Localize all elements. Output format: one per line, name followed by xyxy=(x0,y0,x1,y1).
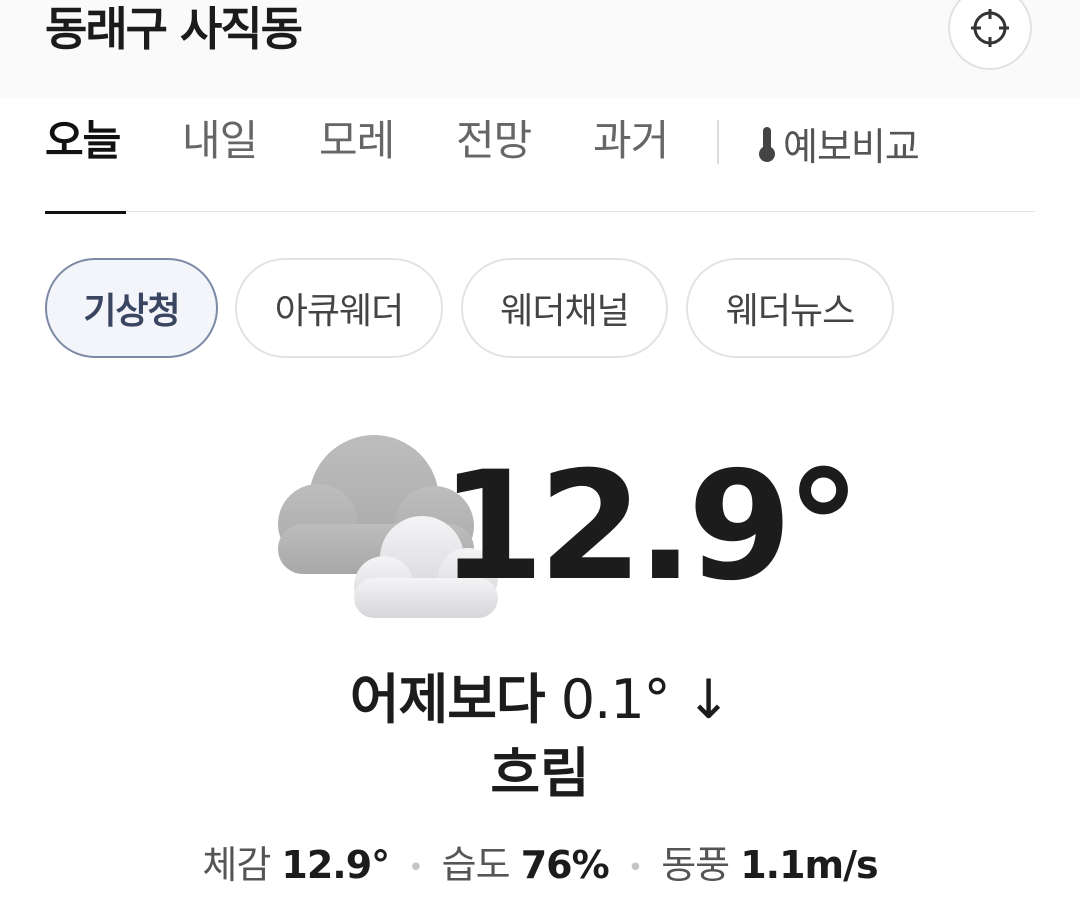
day-tabs: 오늘 내일 모레 전망 과거 예보비교 xyxy=(0,98,1080,214)
yesterday-comparison: 어제보다 0.1° ↓ xyxy=(0,668,1080,732)
wind-label: 동풍 xyxy=(661,843,730,887)
source-chips: 기상청 아큐웨더 웨더채널 웨더뉴스 xyxy=(0,258,1080,358)
wind-value: 1.1m/s xyxy=(740,843,878,887)
feels-like-label: 체감 xyxy=(202,843,271,887)
feels-like-value: 12.9° xyxy=(281,843,390,887)
forecast-compare-button[interactable]: 예보비교 xyxy=(757,116,920,171)
chip-weathernews[interactable]: 웨더뉴스 xyxy=(686,258,894,358)
thermometer-icon xyxy=(759,126,775,162)
weather-condition: 흐림 xyxy=(490,742,590,805)
yesterday-label: 어제보다 xyxy=(349,668,546,731)
weather-details: 체감 12.9° • 습도 76% • 동풍 1.1m/s xyxy=(0,838,1080,895)
tab-past[interactable]: 과거 xyxy=(593,114,669,168)
tab-day-after[interactable]: 모레 xyxy=(319,114,395,168)
yesterday-diff: 0.1° xyxy=(560,668,671,731)
humidity-value: 76% xyxy=(520,843,610,887)
humidity-label: 습도 xyxy=(441,843,511,887)
active-tab-indicator xyxy=(45,211,126,214)
tab-today[interactable]: 오늘 xyxy=(45,114,121,168)
chip-weather-channel[interactable]: 웨더채널 xyxy=(461,258,668,358)
weather-page: 동래구 사직동 오늘 내일 모레 전망 과거 예보비교 기상청 아큐웨더 웨더채… xyxy=(0,0,1080,907)
tab-tomorrow[interactable]: 내일 xyxy=(182,114,258,168)
down-arrow-icon: ↓ xyxy=(685,668,731,731)
header: 동래구 사직동 xyxy=(0,0,1080,98)
tabs-bottom-border xyxy=(45,211,1035,212)
current-location-button[interactable] xyxy=(948,0,1032,70)
location-title[interactable]: 동래구 사직동 xyxy=(45,0,303,58)
chip-kma[interactable]: 기상청 xyxy=(45,258,218,358)
crosshair-icon xyxy=(971,9,1009,47)
tab-outlook[interactable]: 전망 xyxy=(456,114,532,168)
forecast-compare-label: 예보비교 xyxy=(783,125,920,169)
current-temperature: 12.9° xyxy=(440,440,861,614)
tabs-divider xyxy=(717,120,719,164)
chip-accuweather[interactable]: 아큐웨더 xyxy=(235,258,443,358)
separator-dot: • xyxy=(627,852,643,883)
separator-dot: • xyxy=(408,852,423,883)
